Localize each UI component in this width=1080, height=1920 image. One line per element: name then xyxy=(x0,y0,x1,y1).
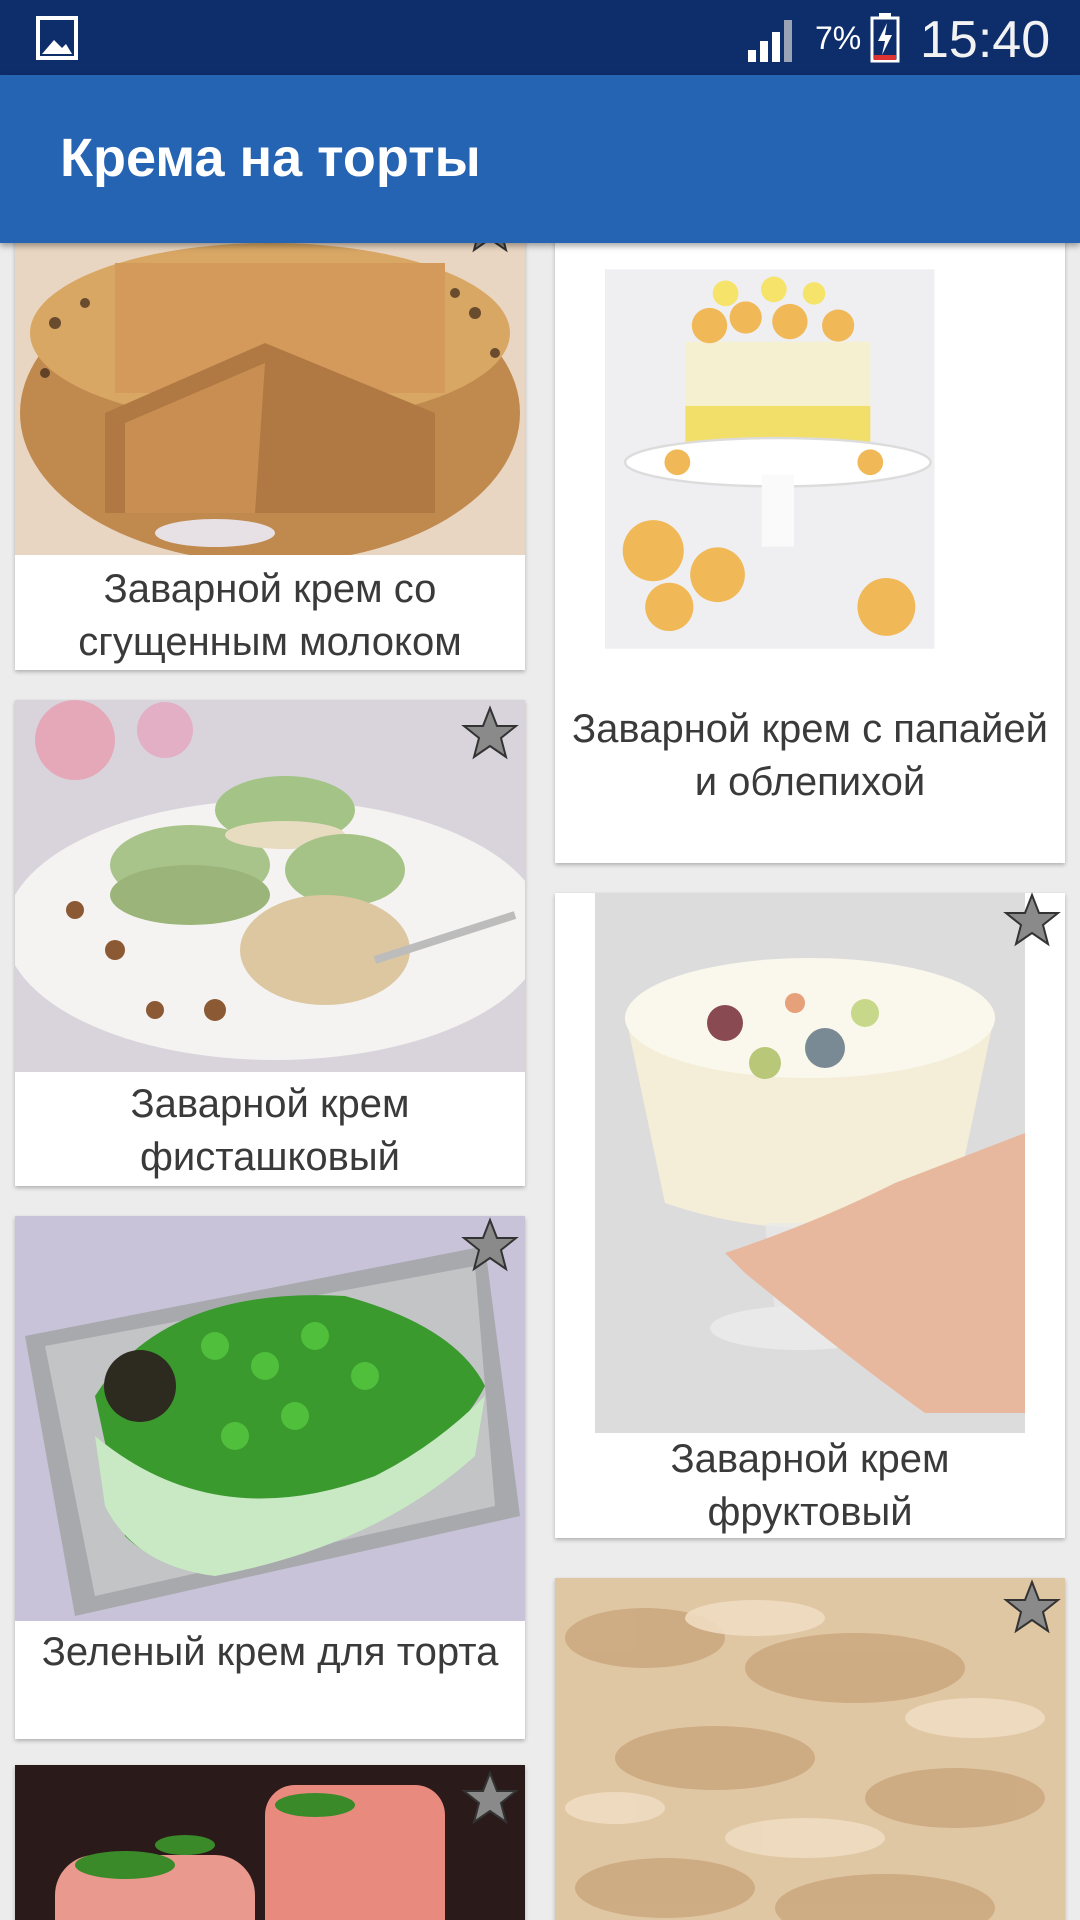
recipe-image xyxy=(555,1578,1065,1920)
recipe-card[interactable]: Заварной крем фисташковый xyxy=(15,700,525,1186)
favorite-star-icon[interactable] xyxy=(460,1769,520,1829)
recipe-image xyxy=(15,1765,525,1920)
recipe-image xyxy=(605,269,935,649)
gallery-icon xyxy=(36,16,78,60)
favorite-star-icon[interactable] xyxy=(1002,1578,1062,1638)
favorite-star-icon[interactable] xyxy=(460,704,520,764)
favorite-star-icon[interactable] xyxy=(1002,891,1062,951)
page-title: Крема на торты xyxy=(60,128,481,188)
recipe-image xyxy=(595,893,1025,1433)
recipe-image xyxy=(15,243,525,555)
signal-icon xyxy=(748,20,792,62)
app-bar: Крема на торты xyxy=(0,75,1080,243)
recipe-grid[interactable]: Заварной крем со сгущенным молоком Завар… xyxy=(0,243,1080,1920)
favorite-star-icon[interactable] xyxy=(460,243,520,257)
recipe-card[interactable]: Заварной крем с папайей и облепихой xyxy=(555,243,1065,863)
battery-percentage: 7% xyxy=(815,20,862,56)
recipe-image xyxy=(15,700,525,1072)
recipe-card[interactable]: Заварной крем фруктовый xyxy=(555,891,1065,1538)
recipe-card[interactable]: Заварной крем со сгущенным молоком xyxy=(15,243,525,670)
recipe-card[interactable] xyxy=(15,1765,525,1920)
recipe-image xyxy=(15,1216,525,1621)
favorite-star-icon[interactable] xyxy=(460,1216,520,1276)
recipe-card[interactable]: Зеленый крем для торта xyxy=(15,1216,525,1739)
recipe-card[interactable] xyxy=(555,1578,1065,1920)
battery-charging-icon xyxy=(870,13,900,63)
clock: 15:40 xyxy=(920,11,1051,69)
recipe-title: Заварной крем фисташковый xyxy=(130,1082,410,1179)
status-bar: 7% 15:40 xyxy=(0,0,1080,75)
recipe-title: Заварной крем со сгущенным молоком xyxy=(78,567,462,664)
recipe-title: Заварной крем фруктовый xyxy=(670,1437,950,1534)
recipe-title: Заварной крем с папайей и облепихой xyxy=(572,707,1048,804)
recipe-title: Зеленый крем для торта xyxy=(41,1630,499,1674)
